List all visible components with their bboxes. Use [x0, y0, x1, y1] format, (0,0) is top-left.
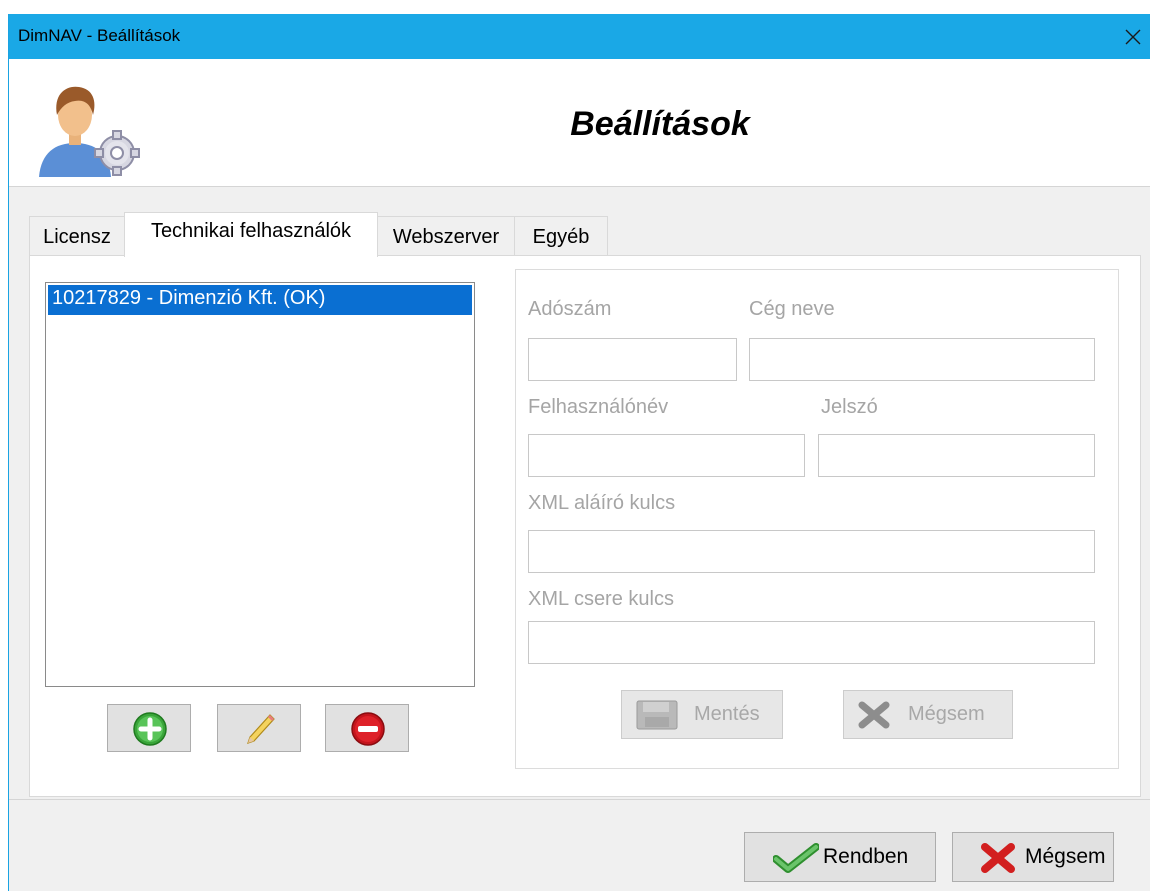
user-list[interactable]: 10217829 - Dimenzió Kft. (OK) [45, 282, 475, 687]
list-item[interactable]: 10217829 - Dimenzió Kft. (OK) [48, 285, 472, 315]
close-button[interactable] [1121, 14, 1150, 59]
tax-number-label: Adószám [528, 298, 612, 320]
tab-technikai-felhasznalok[interactable]: Technikai felhasználók [124, 212, 378, 257]
close-icon [1125, 29, 1141, 45]
pencil-icon [247, 714, 275, 744]
xml-signing-key-field[interactable] [528, 530, 1095, 573]
username-label: Felhasználónév [528, 396, 669, 418]
tax-number-field[interactable] [528, 338, 737, 381]
footer-divider [9, 799, 1150, 800]
cancel-label: Mégsem [1025, 845, 1106, 868]
tab-panel: 10217829 - Dimenzió Kft. (OK) Adószám Cé… [29, 255, 1141, 797]
dialog-content: Licensz Technikai felhasználók Webszerve… [9, 187, 1150, 891]
ok-button[interactable]: Rendben [744, 832, 936, 882]
remove-icon [351, 712, 385, 746]
form-cancel-button[interactable]: Mégsem [843, 690, 1013, 739]
page-heading: Beállítások [570, 105, 750, 143]
title-bar[interactable]: DimNAV - Beállítások [9, 14, 1150, 59]
user-form: Adószám Cég neve Felhasználónév Jelszó X… [515, 269, 1119, 769]
tab-webszerver[interactable]: Webszerver [377, 216, 515, 256]
xml-signing-key-label: XML aláíró kulcs [528, 492, 676, 514]
xml-exchange-key-label: XML csere kulcs [528, 588, 674, 610]
company-name-label: Cég neve [749, 298, 835, 320]
add-icon [133, 712, 167, 746]
cancel-icon [858, 701, 890, 729]
close-x-icon [981, 843, 1015, 873]
username-field[interactable] [528, 434, 805, 477]
tab-licensz[interactable]: Licensz [29, 216, 125, 256]
password-field[interactable] [818, 434, 1095, 477]
cancel-button[interactable]: Mégsem [952, 832, 1114, 882]
password-label: Jelszó [821, 396, 878, 418]
tab-egyeb[interactable]: Egyéb [514, 216, 608, 256]
ok-label: Rendben [823, 845, 909, 868]
save-button[interactable]: Mentés [621, 690, 783, 739]
xml-exchange-key-field[interactable] [528, 621, 1095, 664]
form-cancel-label: Mégsem [908, 703, 985, 725]
remove-user-button[interactable] [325, 704, 409, 752]
settings-window: DimNAV - Beállítások Beállítások Licensz… [8, 14, 1150, 891]
save-label: Mentés [694, 703, 760, 725]
company-name-field[interactable] [749, 338, 1095, 381]
checkmark-icon [773, 843, 819, 873]
save-icon [636, 700, 678, 730]
window-title: DimNAV - Beállítások [18, 26, 181, 45]
edit-user-button[interactable] [217, 704, 301, 752]
header: Beállítások [9, 59, 1150, 187]
add-user-button[interactable] [107, 704, 191, 752]
